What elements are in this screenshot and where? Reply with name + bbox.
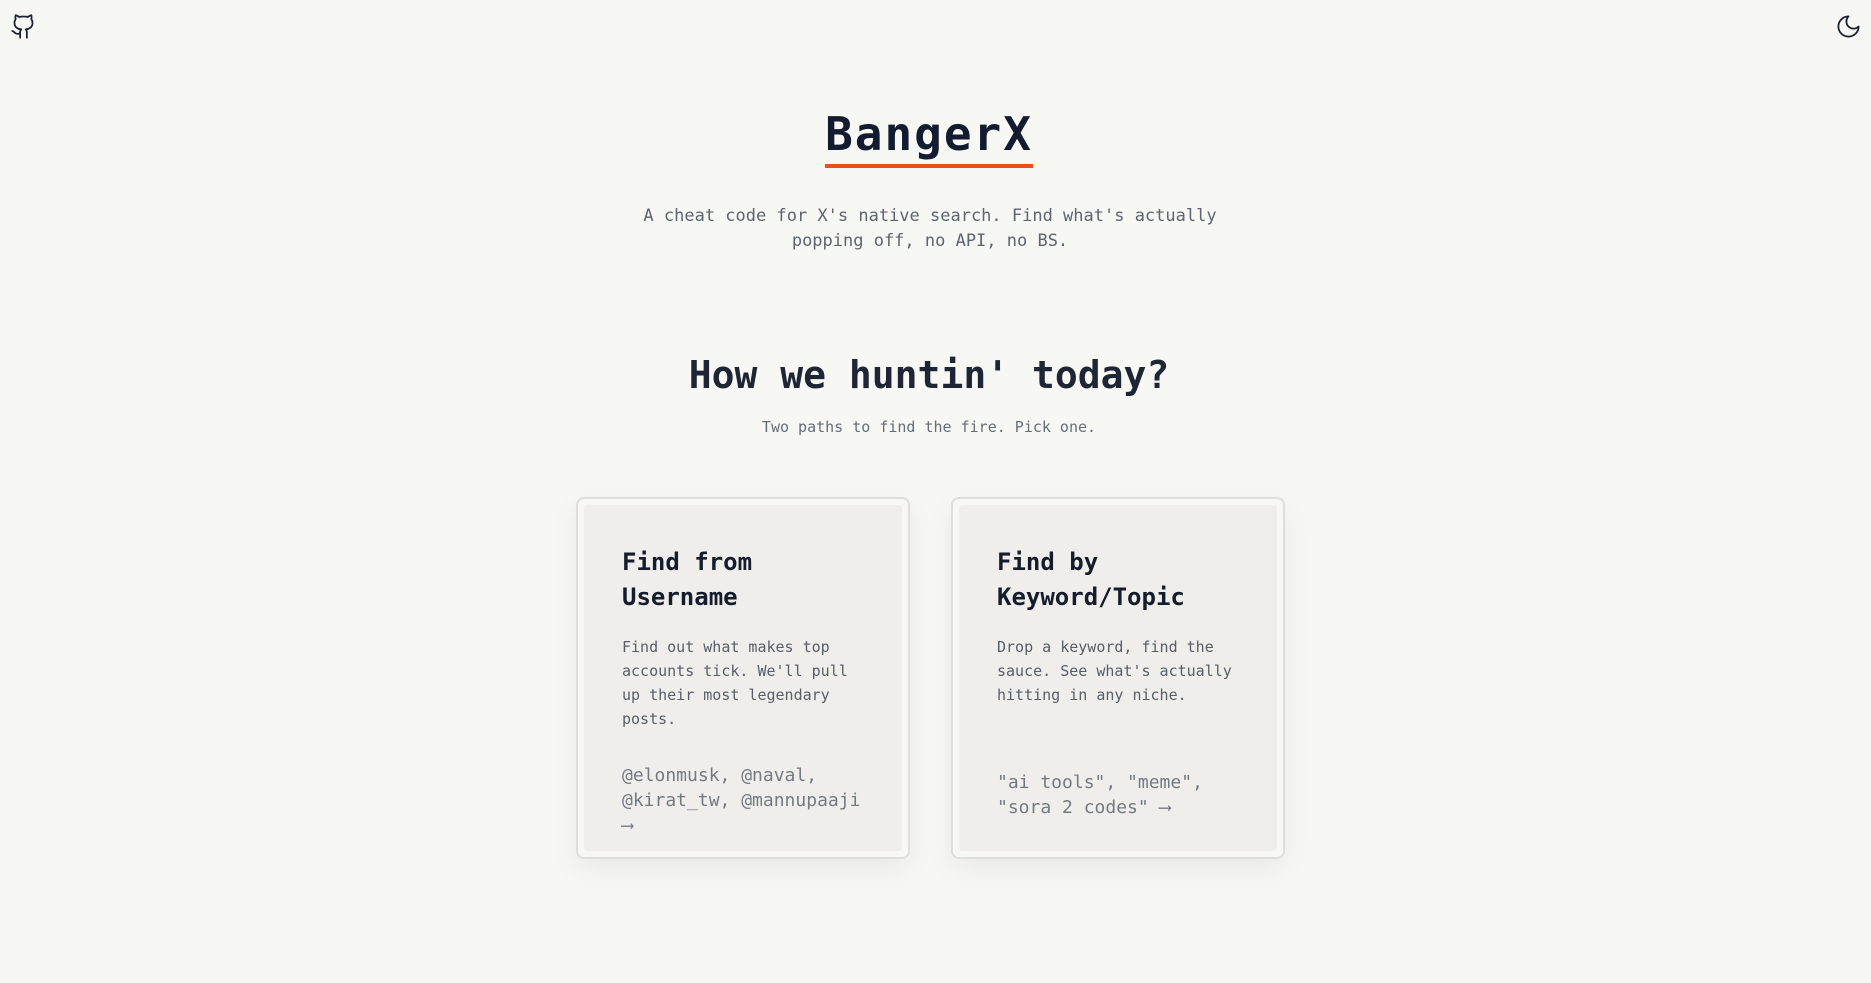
card-description: Find out what makes top accounts tick. W… bbox=[622, 638, 848, 728]
page: BangerX A cheat code for X's native sear… bbox=[0, 0, 1871, 983]
github-icon bbox=[10, 13, 37, 40]
hero-heading: How we huntin' today? bbox=[688, 353, 1170, 397]
card-description: Drop a keyword, find the sauce. See what… bbox=[997, 638, 1232, 704]
brand-title: BangerX bbox=[825, 108, 1033, 168]
card-title: Find by Keyword/Topic bbox=[997, 548, 1185, 611]
moon-icon bbox=[1835, 13, 1862, 40]
card-examples: @elonmusk, @naval, @kirat_tw, @mannupaaj… bbox=[622, 765, 861, 836]
hero-subheading: Two paths to find the fire. Pick one. bbox=[761, 418, 1097, 436]
card-body: Find from Username Find out what makes t… bbox=[584, 505, 902, 851]
find-by-keyword-card[interactable]: Find by Keyword/Topic Drop a keyword, fi… bbox=[951, 497, 1285, 859]
card-body: Find by Keyword/Topic Drop a keyword, fi… bbox=[959, 505, 1277, 851]
brand-header: BangerX bbox=[0, 108, 1858, 168]
card-examples: "ai tools", "meme", "sora 2 codes" ⟶ bbox=[997, 772, 1203, 818]
theme-toggle-button[interactable] bbox=[1834, 12, 1862, 40]
tagline: A cheat code for X's native search. Find… bbox=[643, 206, 1217, 251]
find-by-username-card[interactable]: Find from Username Find out what makes t… bbox=[576, 497, 910, 859]
github-link[interactable] bbox=[9, 12, 37, 40]
card-title: Find from Username bbox=[622, 548, 753, 611]
